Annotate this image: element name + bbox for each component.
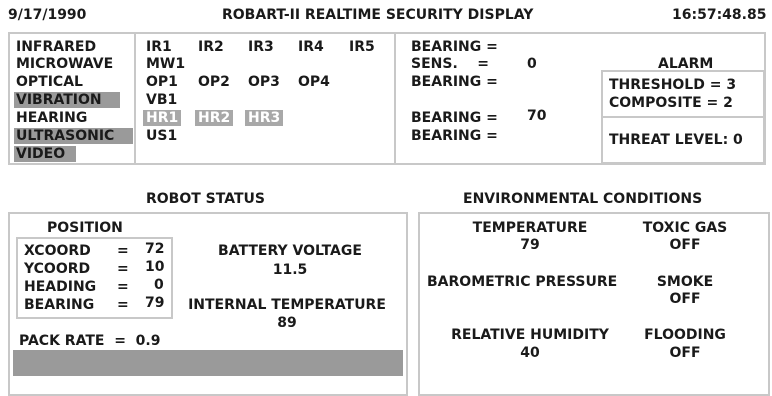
sens-value: 0 xyxy=(527,56,537,72)
equals: = xyxy=(117,243,129,259)
relative-humidity-label: RELATIVE HUMIDITY xyxy=(451,327,609,343)
toxic-gas-value: OFF xyxy=(669,237,701,253)
flooding-value: OFF xyxy=(669,345,701,361)
bearing-label: BEARING = xyxy=(411,128,498,144)
heading-label: HEADING xyxy=(24,279,97,295)
category-microwave: MICROWAVE xyxy=(16,56,114,72)
ycoord-label: YCOORD xyxy=(24,261,91,277)
alarm-threshold: THRESHOLD = 3 xyxy=(609,77,737,93)
date-display: 9/17/1990 xyxy=(8,7,87,23)
bearing-label: BEARING xyxy=(24,297,95,313)
sensor-op1: OP1 xyxy=(146,74,178,90)
internal-temperature-value: 89 xyxy=(277,315,297,331)
sensor-ir3: IR3 xyxy=(248,39,274,55)
sens-label: SENS. = xyxy=(411,56,489,72)
page-title: ROBART-II REALTIME SECURITY DISPLAY xyxy=(222,7,534,23)
sensor-ir2: IR2 xyxy=(198,39,224,55)
smoke-label: SMOKE xyxy=(656,274,714,290)
status-bar xyxy=(13,350,403,376)
sensor-us1: US1 xyxy=(146,128,178,144)
threat-level: THREAT LEVEL: 0 xyxy=(609,132,743,148)
category-optical: OPTICAL xyxy=(16,74,83,90)
sensor-ir4: IR4 xyxy=(298,39,324,55)
environment-title: ENVIRONMENTAL CONDITIONS xyxy=(463,191,703,207)
sensor-hr1: HR1 xyxy=(143,110,182,126)
equals: = xyxy=(117,279,129,295)
temperature-value: 79 xyxy=(520,237,540,253)
temperature-label: TEMPERATURE xyxy=(472,220,588,236)
battery-voltage-label: BATTERY VOLTAGE xyxy=(218,243,362,259)
bearing-label: BEARING = xyxy=(411,74,498,90)
robot-status-title: ROBOT STATUS xyxy=(146,191,265,207)
relative-humidity-value: 40 xyxy=(520,345,540,361)
alarm-composite: COMPOSITE = 2 xyxy=(609,95,733,111)
time-display: 16:57:48.85 xyxy=(672,7,767,23)
divider xyxy=(134,34,136,163)
sensor-hr3: HR3 xyxy=(245,110,284,126)
sensor-ir5: IR5 xyxy=(349,39,375,55)
bearing-value: 70 xyxy=(527,108,547,124)
sensor-vb1: VB1 xyxy=(146,92,178,108)
position-title: POSITION xyxy=(47,220,123,236)
toxic-gas-label: TOXIC GAS xyxy=(642,220,728,236)
sensor-op4: OP4 xyxy=(298,74,330,90)
internal-temperature-label: INTERNAL TEMPERATURE xyxy=(188,297,386,313)
category-ultrasonic: ULTRASONIC xyxy=(14,128,133,144)
sensor-mw1: MW1 xyxy=(146,56,186,72)
equals: = xyxy=(117,297,129,313)
sensor-op2: OP2 xyxy=(198,74,230,90)
bearing-value: 79 xyxy=(145,295,165,311)
sensor-ir1: IR1 xyxy=(146,39,172,55)
bearing-label: BEARING = xyxy=(411,110,498,126)
flooding-label: FLOODING xyxy=(644,327,726,343)
divider xyxy=(394,34,396,163)
sensor-hr2: HR2 xyxy=(195,110,234,126)
category-video: VIDEO xyxy=(14,146,76,162)
heading-value: 0 xyxy=(154,277,164,293)
sensor-op3: OP3 xyxy=(248,74,280,90)
category-infrared: INFRARED xyxy=(16,39,97,55)
category-vibration: VIBRATION xyxy=(14,92,120,108)
pack-rate: PACK RATE = 0.9 xyxy=(19,333,161,349)
ycoord-value: 10 xyxy=(145,259,165,275)
equals: = xyxy=(117,261,129,277)
bearing-label: BEARING = xyxy=(411,39,498,55)
smoke-value: OFF xyxy=(669,291,701,307)
xcoord-label: XCOORD xyxy=(24,243,91,259)
battery-voltage-value: 11.5 xyxy=(272,262,308,278)
barometric-pressure-label: BAROMETRIC PRESSURE xyxy=(427,274,618,290)
category-hearing: HEARING xyxy=(16,110,88,126)
xcoord-value: 72 xyxy=(145,241,165,257)
